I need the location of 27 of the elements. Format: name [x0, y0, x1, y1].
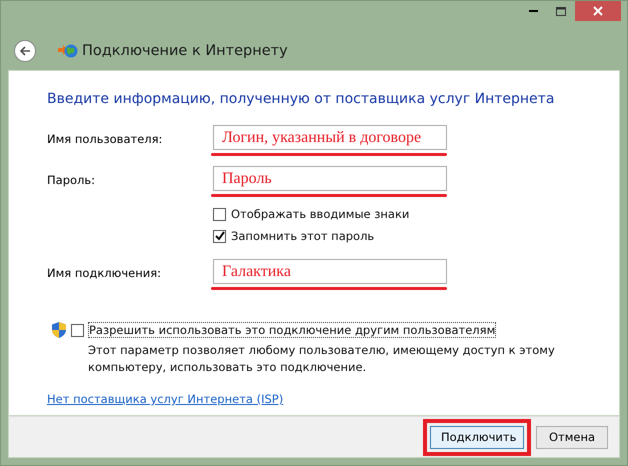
description-text: Этот параметр позволяет любому пользователю, имеющему доступ к этому компьютеру, использовать это подключение.: [88, 342, 556, 376]
minimize-icon: [528, 10, 538, 12]
globe-icon: [58, 43, 78, 59]
input-field[interactable]: Логин, указанный в договоре: [213, 125, 447, 150]
isp-link[interactable]: Нет поставщика услуг Интернета (ISP): [47, 392, 284, 406]
checkbox[interactable]: [71, 324, 84, 336]
checkbox-label[interactable]: Разрешить использовать это подключение другим пользователям: [89, 323, 496, 337]
field-label: Имя подключения:: [47, 265, 162, 280]
close-icon: [593, 6, 603, 16]
connect-button[interactable]: Подключить: [430, 426, 524, 448]
checkbox[interactable]: [213, 208, 226, 220]
field-label: Имя пользователя:: [47, 131, 164, 146]
checkbox-label[interactable]: Запомнить этот пароль: [231, 229, 374, 243]
close-button[interactable]: [575, 1, 621, 21]
back-arrow-icon: [19, 46, 31, 56]
checkbox[interactable]: [213, 230, 226, 242]
field-label: Пароль:: [47, 172, 96, 187]
checkmark-icon: [214, 231, 224, 241]
back-button[interactable]: [14, 40, 36, 62]
checkbox-label[interactable]: Отображать вводимые знаки: [231, 207, 410, 221]
input-field[interactable]: Пароль: [213, 166, 447, 191]
input-field[interactable]: Галактика: [213, 259, 447, 284]
cancel-button[interactable]: Отмена: [536, 426, 608, 448]
maximize-icon: [556, 6, 566, 16]
window-title: Подключение к Интернету: [82, 43, 288, 59]
instruction-heading: Введите информацию, полученную от поставщика услуг Интернета: [47, 91, 556, 107]
shield-icon: [52, 322, 66, 338]
